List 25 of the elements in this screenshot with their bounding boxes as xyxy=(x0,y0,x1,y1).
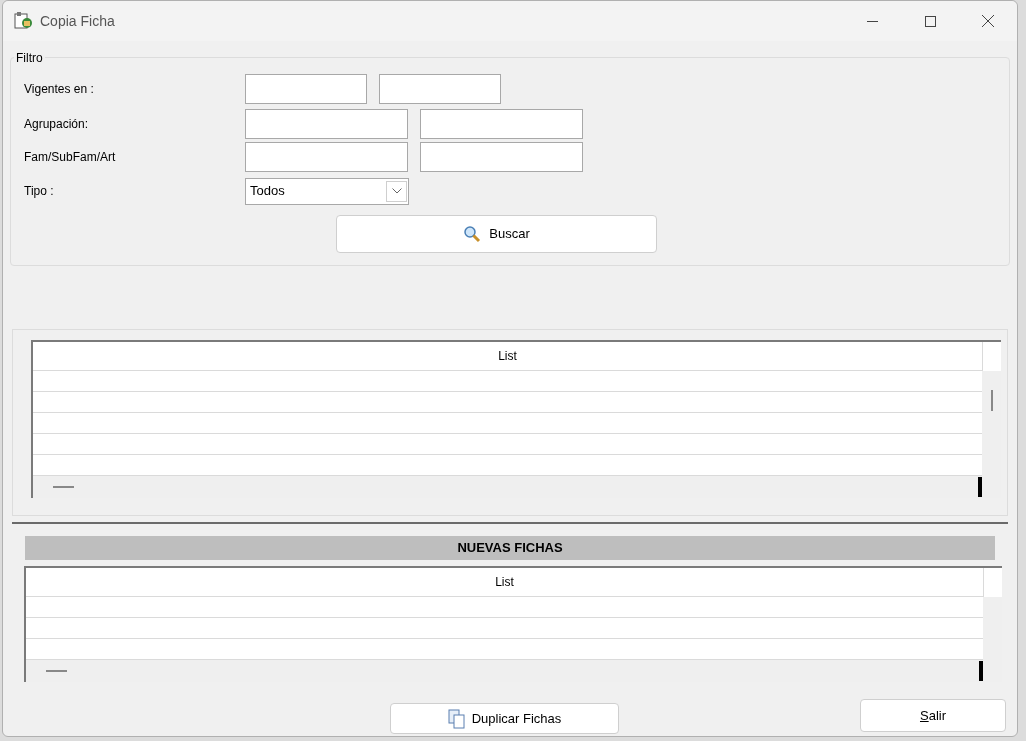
copy-icon xyxy=(447,708,466,729)
field-label: Tipo : xyxy=(24,183,55,200)
window-title: Copia Ficha xyxy=(40,11,115,31)
duplicate-button[interactable]: Duplicar Fichas xyxy=(390,703,619,734)
field-label: Fam/SubFam/Art xyxy=(24,149,117,166)
search-button[interactable]: Buscar xyxy=(336,215,657,253)
section-header: NUEVAS FICHAS xyxy=(25,536,995,560)
text-field[interactable] xyxy=(245,142,408,172)
text-field[interactable] xyxy=(420,109,583,139)
text-field[interactable] xyxy=(379,74,501,104)
minimize-icon xyxy=(866,20,878,22)
horizontal-scrollbar[interactable] xyxy=(33,476,982,498)
field-label: Vigentes en : xyxy=(24,81,95,98)
exit-button[interactable]: Salir xyxy=(860,699,1006,732)
text-field[interactable] xyxy=(245,109,408,139)
text-field[interactable] xyxy=(420,142,583,172)
text-field[interactable] xyxy=(245,74,367,104)
close-icon xyxy=(982,15,994,27)
maximize-icon xyxy=(924,15,936,27)
app-icon xyxy=(14,12,34,30)
chevron-down-icon xyxy=(391,188,402,194)
search-icon xyxy=(463,225,482,243)
horizontal-scrollbar[interactable] xyxy=(26,660,983,682)
type-dropdown[interactable]: Todos xyxy=(245,177,409,205)
field-label: Agrupación: xyxy=(24,116,90,133)
